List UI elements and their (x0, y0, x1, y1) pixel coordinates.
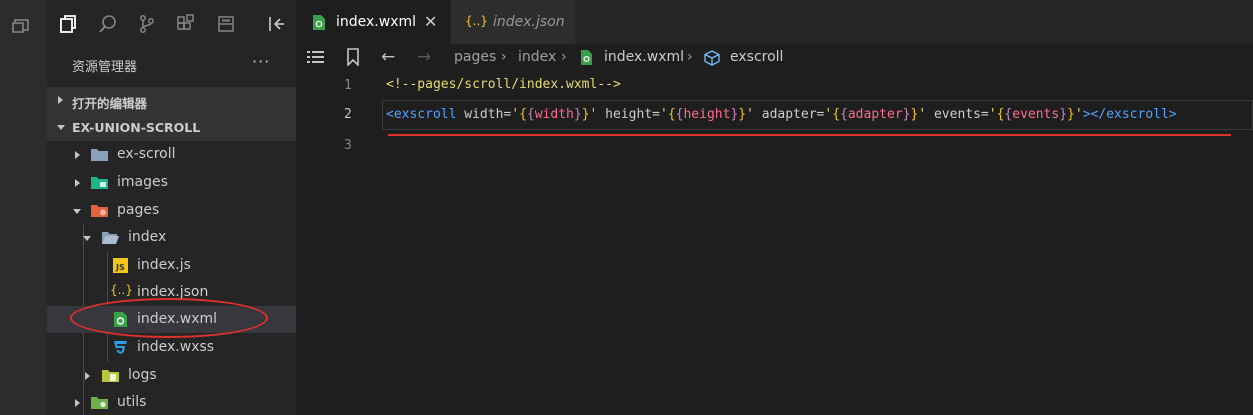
code-variable: height (683, 107, 731, 122)
tree-item-ex-scroll[interactable]: ex-scroll (47, 141, 296, 168)
tab-bar: index.wxml ✕ {..} index.json (296, 0, 1253, 44)
code-attr: width= (456, 107, 512, 122)
code-attr: adapter= (753, 107, 825, 122)
tree-item-logs[interactable]: logs (47, 362, 296, 389)
css-file-icon (112, 340, 129, 355)
javascript-file-icon: JS (112, 258, 129, 273)
section-label: EX-UNION-SCROLL (72, 120, 201, 135)
bookmark-icon[interactable] (346, 48, 360, 70)
tree-item-images[interactable]: images (47, 169, 296, 196)
chevron-right-icon (75, 179, 80, 187)
windows-icon[interactable] (10, 14, 32, 36)
tree-item-label: images (117, 174, 168, 190)
image-folder-icon (91, 175, 108, 190)
chevron-right-icon (75, 399, 80, 407)
chevron-down-icon (73, 209, 81, 214)
svg-text:JS: JS (115, 263, 125, 272)
tab-label: index.json (493, 14, 565, 30)
tree-item-index-wxss[interactable]: index.wxss (47, 334, 296, 361)
sidebar-toolbar (47, 0, 296, 48)
explorer-title: 资源管理器 (72, 60, 138, 75)
code-line-1[interactable]: <!--pages/scroll/index.wxml--> (386, 77, 621, 92)
source-control-icon[interactable] (136, 13, 158, 35)
activity-bar (0, 0, 47, 415)
line-number: 2 (344, 107, 352, 122)
more-actions-button[interactable]: ··· (252, 52, 270, 71)
tree-item-index-folder[interactable]: index (47, 224, 296, 251)
tree-item-label: ex-scroll (117, 146, 176, 162)
forward-arrow-icon[interactable]: → (417, 47, 431, 67)
explorer-icon[interactable] (57, 13, 79, 35)
section-open-editors[interactable]: 打开的编辑器 (47, 87, 296, 114)
breadcrumb-item[interactable]: index.wxml (604, 49, 684, 65)
chevron-right-icon: › (687, 49, 693, 65)
logs-folder-icon (102, 368, 119, 383)
annotation-underline (388, 134, 1231, 136)
editor-area: index.wxml ✕ {..} index.json ← → pages ›… (296, 0, 1253, 415)
folder-open-icon (102, 230, 119, 245)
search-icon[interactable] (97, 13, 119, 35)
chevron-down-icon (57, 125, 65, 130)
line-number: 1 (344, 78, 352, 93)
chevron-right-icon (75, 151, 80, 159)
annotation-circle (70, 298, 268, 338)
breadcrumb-item[interactable]: pages (454, 49, 496, 65)
tree-item-label: index (128, 229, 167, 245)
tab-label: index.wxml (336, 14, 417, 30)
code-attr: height= (597, 107, 660, 122)
chevron-down-icon (83, 236, 91, 241)
breadcrumb-item[interactable]: index (518, 49, 556, 65)
chevron-right-icon (58, 96, 63, 104)
layout-icon[interactable] (215, 13, 237, 35)
utils-folder-icon (91, 395, 108, 410)
chevron-right-icon (85, 372, 90, 380)
code-tag: </exscroll> (1090, 107, 1177, 122)
tab-index-wxml[interactable]: index.wxml ✕ (296, 0, 450, 44)
pages-folder-icon (91, 203, 108, 218)
tree-item-pages[interactable]: pages (47, 197, 296, 224)
extensions-icon[interactable] (175, 13, 197, 35)
list-icon[interactable] (306, 48, 326, 70)
code-comment: <!--pages/scroll/index.wxml--> (386, 77, 621, 92)
tree-item-utils[interactable]: utils (47, 389, 296, 415)
tab-index-json[interactable]: {..} index.json (451, 0, 575, 44)
code-line-2[interactable]: <exscroll width='{{width}}' height='{{he… (386, 107, 1177, 122)
code-attr: events= (926, 107, 989, 122)
chevron-right-icon: › (561, 49, 567, 65)
line-number: 3 (344, 138, 352, 153)
code-variable: adapter (847, 107, 903, 122)
tree-item-index-js[interactable]: JS index.js (47, 252, 296, 279)
symbol-element-icon (704, 50, 720, 70)
explorer-sidebar: 资源管理器 ··· 打开的编辑器 EX-UNION-SCROLL ex-scro… (47, 0, 296, 415)
breadcrumb-item[interactable]: exscroll (730, 49, 783, 65)
breadcrumb: ← → pages › index › index.wxml › exscrol… (296, 44, 1253, 72)
tree-item-label: utils (117, 394, 147, 410)
collapse-sidebar-icon[interactable] (265, 13, 287, 35)
code-tag: <exscroll (386, 107, 457, 122)
wxml-file-icon (580, 50, 593, 69)
section-workspace[interactable]: EX-UNION-SCROLL (47, 114, 296, 141)
folder-icon (91, 147, 108, 162)
tree-item-label: index.js (137, 257, 191, 273)
tree-item-label: pages (117, 202, 160, 218)
section-label: 打开的编辑器 (72, 96, 148, 111)
tree-item-label: index.wxss (137, 339, 215, 355)
code-variable: width (534, 107, 574, 122)
wxml-file-icon (312, 15, 326, 34)
close-tab-button[interactable]: ✕ (424, 12, 437, 31)
json-file-icon: {..} (110, 283, 133, 297)
code-variable: events (1012, 107, 1060, 122)
chevron-right-icon: › (501, 49, 507, 65)
json-file-icon: {..} (465, 14, 488, 28)
back-arrow-icon[interactable]: ← (381, 47, 395, 67)
tree-item-label: logs (128, 367, 157, 383)
